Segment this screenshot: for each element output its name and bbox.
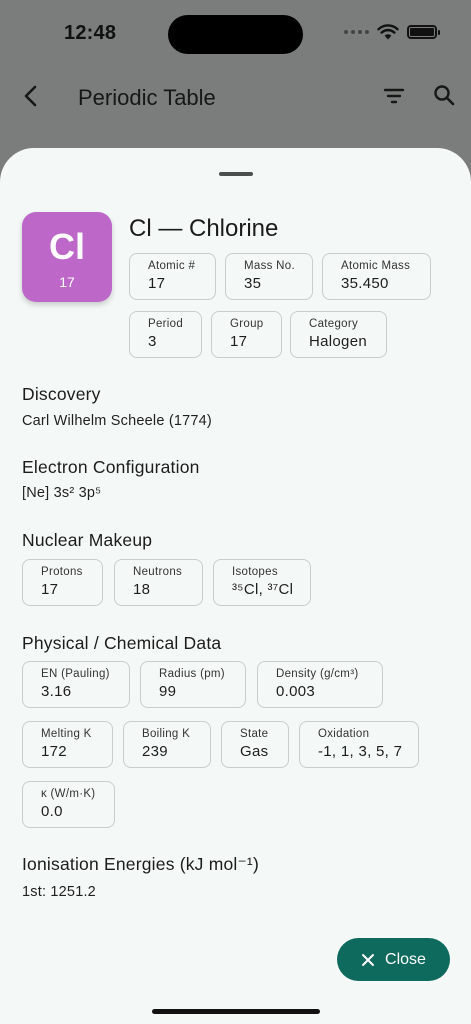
status-bar: 12:48 bbox=[0, 0, 471, 64]
physical-en: EN (Pauling) 3.16 bbox=[22, 661, 130, 708]
stat-label: Period bbox=[148, 318, 184, 330]
element-symbol-tile: Cl 17 bbox=[22, 212, 112, 302]
element-symbol: Cl bbox=[49, 226, 85, 267]
stat-value: 3 bbox=[148, 333, 157, 350]
stat-label: State bbox=[240, 728, 269, 740]
wifi-icon bbox=[377, 24, 399, 40]
physical-melting: Melting K 172 bbox=[22, 721, 113, 768]
cellular-dots-icon bbox=[344, 30, 369, 34]
stat-label: Group bbox=[230, 318, 264, 330]
stat-group: Group 17 bbox=[211, 311, 282, 358]
status-time: 12:48 bbox=[64, 22, 117, 44]
electron-config-text: [Ne] 3s² 3p⁵ bbox=[22, 485, 102, 501]
stat-label: Neutrons bbox=[133, 566, 183, 578]
stat-value: 17 bbox=[230, 333, 248, 350]
ionisation-text: 1st: 1251.2 bbox=[22, 884, 96, 900]
stat-value: 18 bbox=[133, 581, 151, 598]
stat-value: ³⁵Cl, ³⁷Cl bbox=[232, 581, 294, 598]
app-bar: Periodic Table bbox=[0, 70, 471, 126]
close-button-label: Close bbox=[385, 950, 426, 968]
stat-label: Boiling K bbox=[142, 728, 191, 740]
stat-label: Oxidation bbox=[318, 728, 370, 740]
physical-conductivity: κ (W/m·K) 0.0 bbox=[22, 781, 115, 828]
stat-value: Halogen bbox=[309, 333, 367, 350]
stat-value: 17 bbox=[41, 581, 59, 598]
nuclear-heading: Nuclear Makeup bbox=[22, 530, 153, 550]
element-detail-sheet: Cl 17 Cl — Chlorine Atomic # 17 Mass No.… bbox=[0, 148, 471, 1024]
stat-category: Category Halogen bbox=[290, 311, 387, 358]
back-arrow-icon[interactable] bbox=[18, 82, 46, 110]
discovery-heading: Discovery bbox=[22, 384, 101, 404]
nuclear-isotopes: Isotopes ³⁵Cl, ³⁷Cl bbox=[213, 559, 311, 606]
stat-label: Melting K bbox=[41, 728, 92, 740]
stat-value: 3.16 bbox=[41, 683, 72, 700]
home-indicator bbox=[152, 1009, 320, 1014]
physical-boiling: Boiling K 239 bbox=[123, 721, 211, 768]
stat-period: Period 3 bbox=[129, 311, 202, 358]
nuclear-neutrons: Neutrons 18 bbox=[114, 559, 203, 606]
stat-value: 17 bbox=[148, 275, 166, 292]
stat-atomic-number: Atomic # 17 bbox=[129, 253, 216, 300]
stat-value: -1, 1, 3, 5, 7 bbox=[318, 743, 403, 760]
discovery-text: Carl Wilhelm Scheele (1774) bbox=[22, 413, 212, 429]
stat-label: Radius (pm) bbox=[159, 668, 225, 680]
status-icons bbox=[344, 24, 440, 40]
ionisation-heading: Ionisation Energies (kJ mol⁻¹) bbox=[22, 854, 259, 874]
stat-label: κ (W/m·K) bbox=[41, 788, 96, 800]
physical-oxidation: Oxidation -1, 1, 3, 5, 7 bbox=[299, 721, 419, 768]
physical-radius: Radius (pm) 99 bbox=[140, 661, 246, 708]
element-title: Cl — Chlorine bbox=[129, 215, 279, 242]
drag-handle[interactable] bbox=[219, 172, 253, 176]
stat-label: EN (Pauling) bbox=[41, 668, 110, 680]
close-button[interactable]: Close bbox=[337, 938, 450, 981]
stat-value: 35 bbox=[244, 275, 262, 292]
element-number: 17 bbox=[59, 274, 75, 290]
stat-label: Density (g/cm³) bbox=[276, 668, 359, 680]
physical-state: State Gas bbox=[221, 721, 289, 768]
dynamic-island bbox=[168, 15, 303, 54]
stat-label: Category bbox=[309, 318, 359, 330]
stat-value: 239 bbox=[142, 743, 168, 760]
stat-value: 99 bbox=[159, 683, 177, 700]
stat-label: Atomic Mass bbox=[341, 260, 411, 272]
filter-icon[interactable] bbox=[382, 84, 406, 108]
stat-value: 0.0 bbox=[41, 803, 63, 820]
battery-icon bbox=[407, 25, 440, 39]
nuclear-protons: Protons 17 bbox=[22, 559, 103, 606]
physical-heading: Physical / Chemical Data bbox=[22, 633, 222, 653]
stat-label: Protons bbox=[41, 566, 83, 578]
stat-value: 35.450 bbox=[341, 275, 389, 292]
stat-mass-number: Mass No. 35 bbox=[225, 253, 313, 300]
stat-value: 172 bbox=[41, 743, 67, 760]
stat-value: 0.003 bbox=[276, 683, 316, 700]
page-title: Periodic Table bbox=[78, 85, 216, 110]
close-icon bbox=[362, 953, 375, 966]
stat-value: Gas bbox=[240, 743, 269, 760]
electron-config-heading: Electron Configuration bbox=[22, 457, 200, 477]
stat-label: Mass No. bbox=[244, 260, 295, 272]
physical-density: Density (g/cm³) 0.003 bbox=[257, 661, 383, 708]
stat-label: Atomic # bbox=[148, 260, 196, 272]
search-icon[interactable] bbox=[432, 83, 456, 107]
stat-atomic-mass: Atomic Mass 35.450 bbox=[322, 253, 431, 300]
stat-label: Isotopes bbox=[232, 566, 278, 578]
